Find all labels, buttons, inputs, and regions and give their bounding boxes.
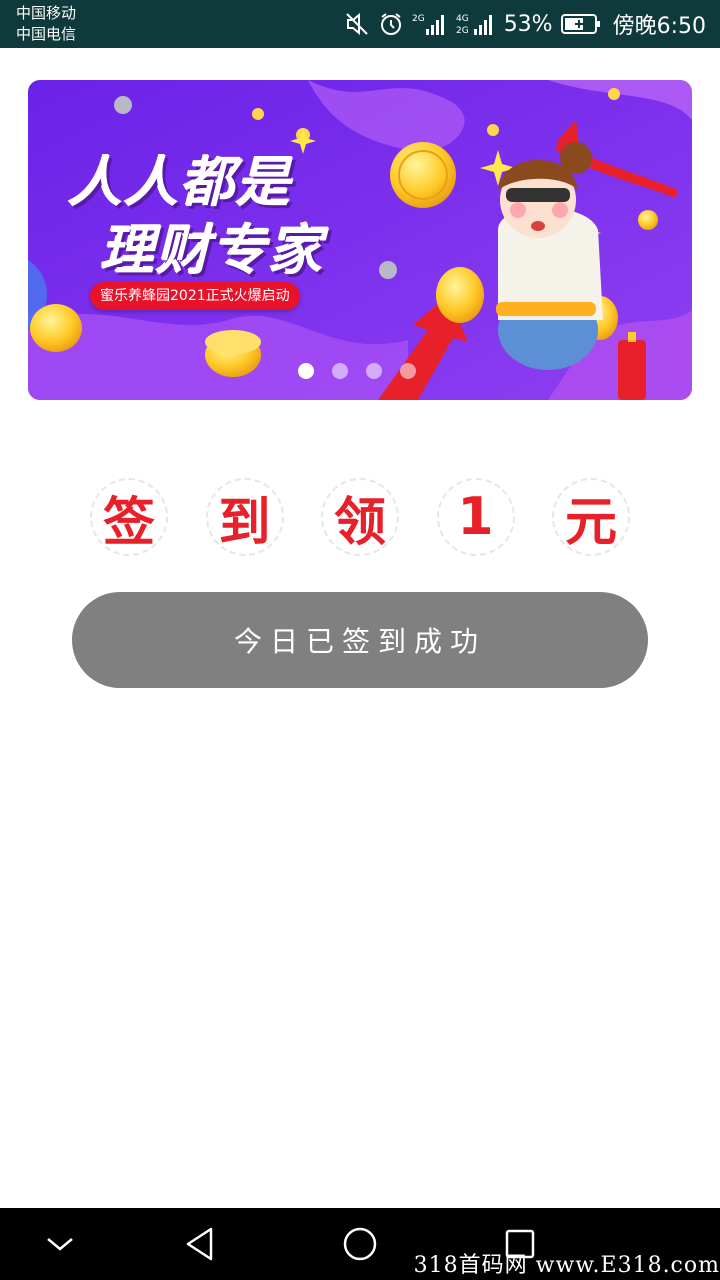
carousel-dot[interactable] (366, 363, 382, 379)
battery-charging-icon (560, 12, 601, 36)
sign-in-char: 签 (90, 478, 168, 556)
carousel-dot[interactable] (298, 363, 314, 379)
signal-icon: 4G 2G (456, 11, 496, 37)
promo-banner[interactable]: 人人都是 理财专家 蜜乐养蜂园2021正式火爆启动 (28, 80, 692, 400)
home-circle-icon (343, 1227, 377, 1261)
home-button[interactable] (320, 1208, 400, 1280)
navigation-bar: 318首码网 www.E318.com (0, 1208, 720, 1280)
banner-headline-2: 理财专家 (100, 219, 324, 282)
svg-text:2G: 2G (456, 26, 469, 36)
watermark: 318首码网 www.E318.com (413, 1253, 720, 1278)
carousel-indicator[interactable] (298, 363, 416, 379)
hide-nav-button[interactable] (20, 1208, 100, 1280)
battery-percent: 53% (503, 11, 553, 37)
carousel-dot[interactable] (332, 363, 348, 379)
mute-icon (344, 11, 370, 37)
signed-in-button[interactable]: 今日已签到成功 (72, 592, 648, 688)
carousel-dot[interactable] (400, 363, 416, 379)
alarm-icon (378, 11, 404, 37)
carrier-info: 中国移动 中国电信 (16, 3, 76, 45)
back-triangle-icon (186, 1227, 213, 1261)
back-button[interactable] (160, 1208, 240, 1280)
svg-text:2G: 2G (412, 14, 425, 24)
sign-in-char: 元 (552, 478, 630, 556)
signal-icon: 2G (412, 11, 448, 37)
status-bar: 中国移动 中国电信 2G 4G 2G 53% 傍晚6:50 (0, 0, 720, 48)
sign-in-char: 领 (321, 478, 399, 556)
clock: 傍晚6:50 (612, 14, 706, 39)
sign-in-char: 1 (436, 478, 515, 556)
sign-in-title: 签 到 领 1 元 (90, 478, 630, 562)
sign-in-char: 到 (205, 478, 284, 556)
banner-tagline: 蜜乐养蜂园2021正式火爆启动 (90, 282, 300, 310)
status-icons: 2G 4G 2G 53% 傍晚6:50 (344, 0, 706, 48)
chevron-down-icon (47, 1238, 73, 1251)
carrier-2: 中国电信 (16, 25, 77, 43)
svg-text:4G: 4G (456, 14, 469, 24)
carrier-1: 中国移动 (16, 4, 77, 22)
